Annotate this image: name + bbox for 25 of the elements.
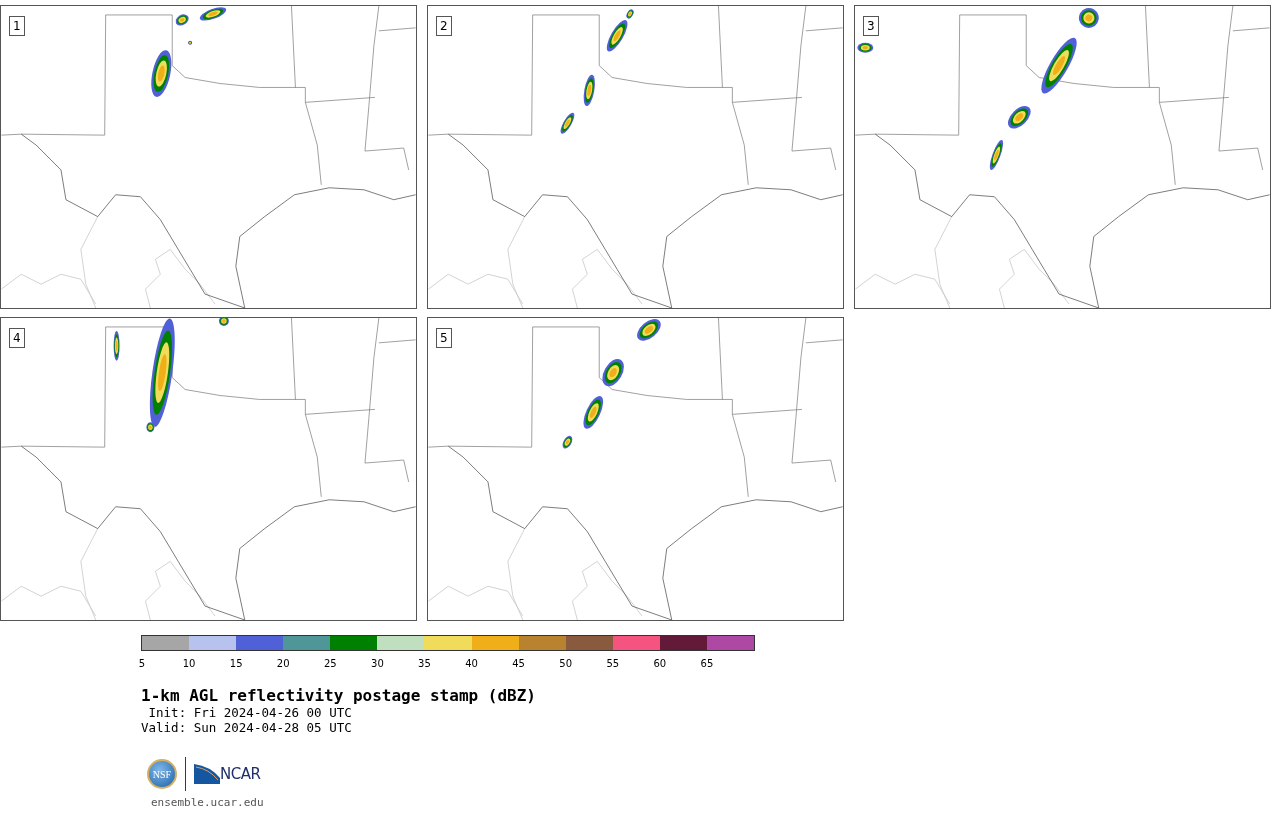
tick-label: 60 <box>653 658 667 670</box>
nsf-logo: NSF <box>147 759 177 789</box>
tick-label: 20 <box>276 658 290 670</box>
tick-label: 45 <box>512 658 525 670</box>
tick-label: 35 <box>418 658 431 670</box>
tick-label: 10 <box>182 658 196 670</box>
tick-label: 55 <box>606 658 620 670</box>
valid-time: Valid: Sun 2024-04-28 05 UTC <box>141 720 353 735</box>
ncar-logo: NCAR <box>220 765 261 783</box>
website-link[interactable]: ensemble.ucar.edu <box>151 796 1280 809</box>
tick-label: 15 <box>229 658 243 670</box>
panel-number: 3 <box>863 16 879 36</box>
chart-title: 1-km AGL reflectivity postage stamp (dBZ) <box>141 687 537 705</box>
panel-number: 2 <box>436 16 452 36</box>
tick-label: 5 <box>138 658 146 670</box>
tick-label: 25 <box>323 658 337 670</box>
swoosh-icon <box>194 764 220 784</box>
tick-label: 40 <box>465 658 478 670</box>
panel-number: 5 <box>436 328 452 348</box>
init-time: Init: Fri 2024-04-26 00 UTC <box>147 705 353 720</box>
tick-label: 30 <box>371 658 384 670</box>
panel-number: 4 <box>9 328 25 348</box>
tick-label: 50 <box>559 658 573 670</box>
tick-label: 65 <box>700 658 714 670</box>
panel-number: 1 <box>9 16 25 36</box>
